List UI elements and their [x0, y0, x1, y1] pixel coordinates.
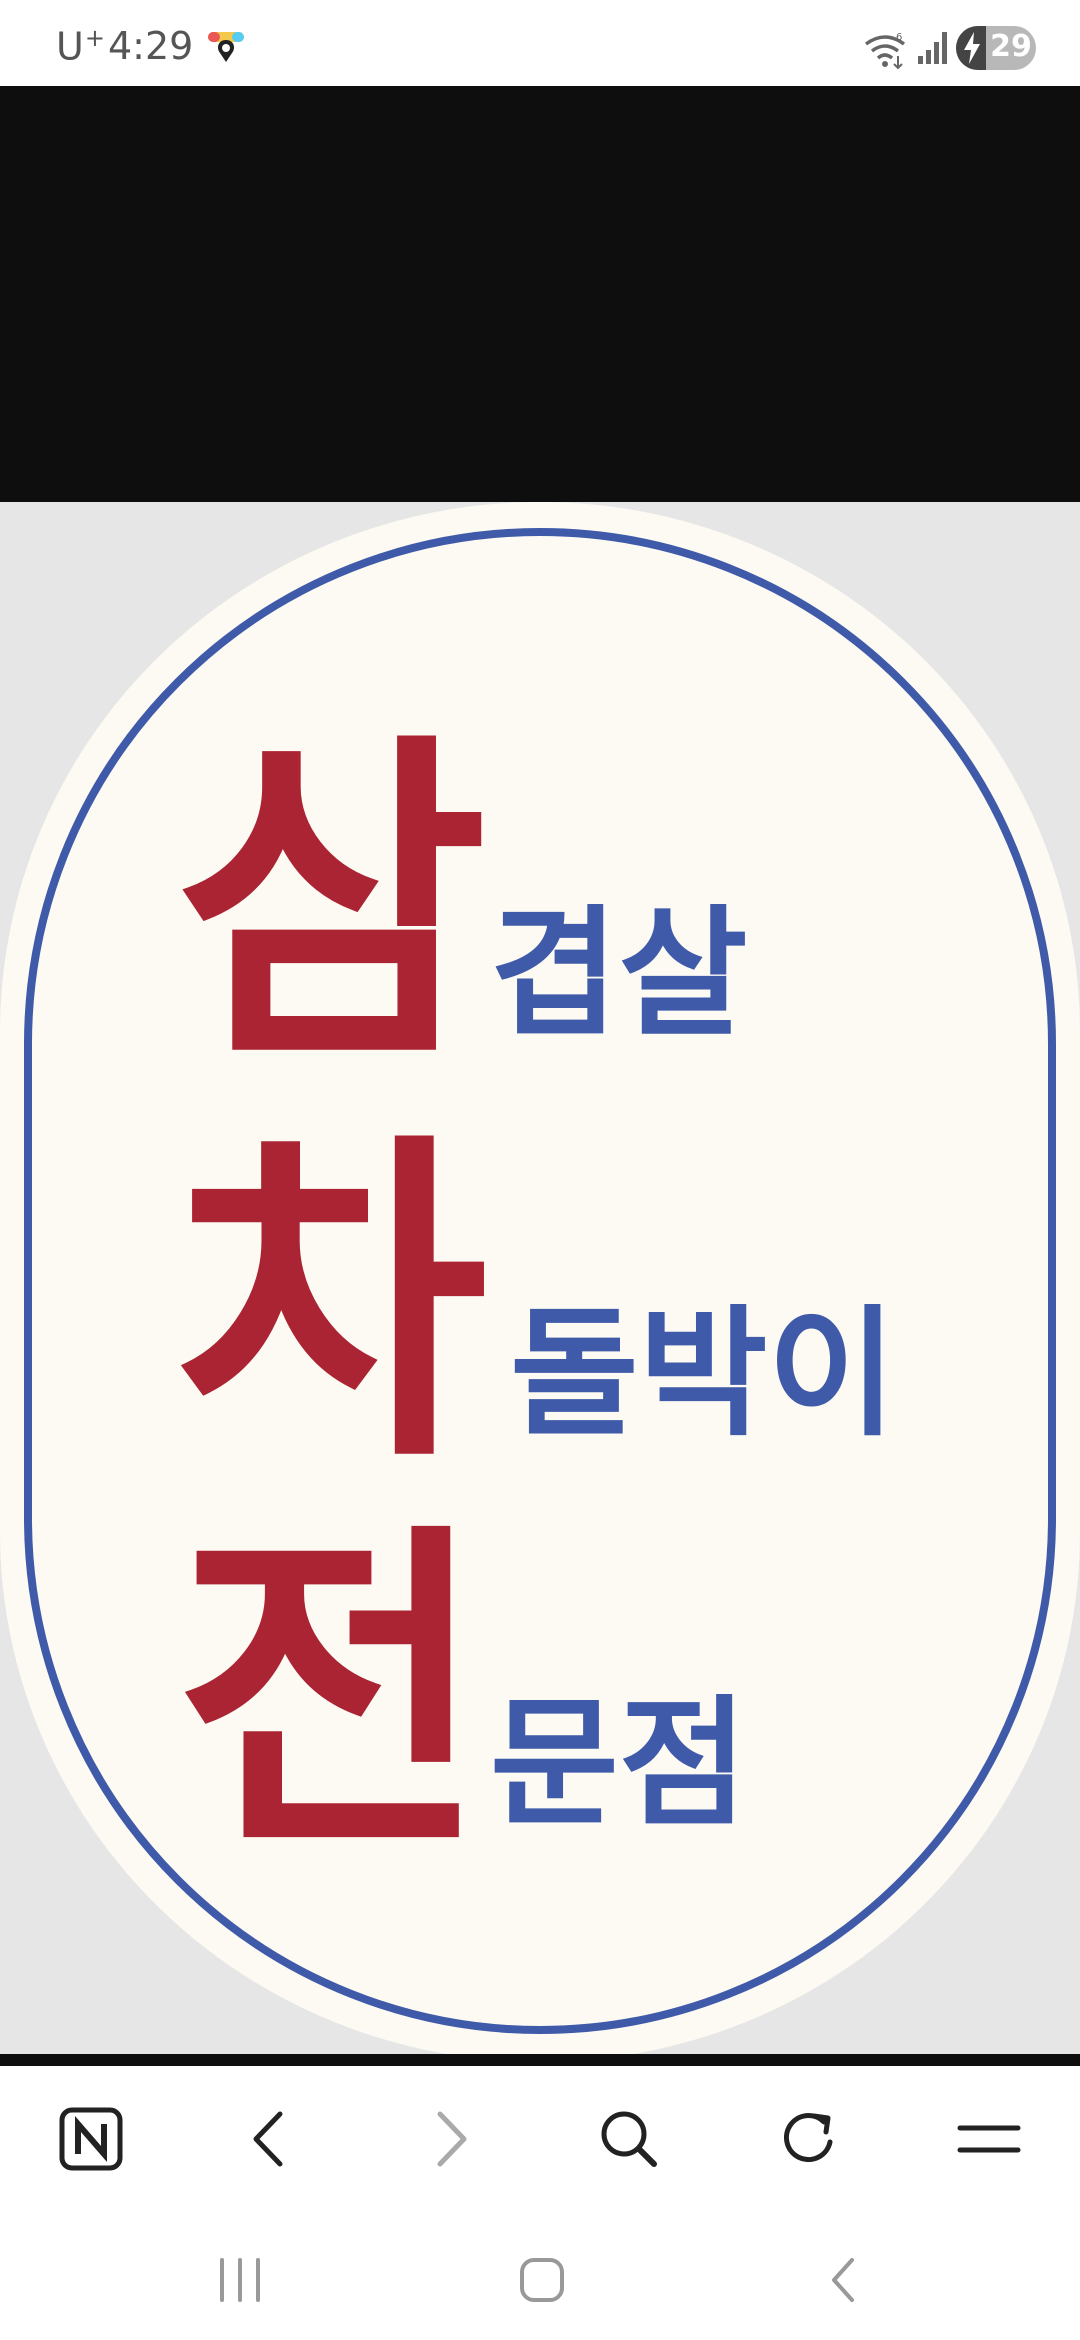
home-icon[interactable] — [512, 2250, 572, 2310]
carrier-label: U+ — [56, 24, 106, 69]
battery-icon: 29 — [956, 26, 1036, 70]
recent-apps-icon[interactable] — [210, 2250, 270, 2310]
sign-line2-big: 차 — [175, 1107, 488, 1503]
signal-icon — [918, 32, 947, 64]
browser-toolbar — [0, 2066, 1080, 2210]
sign-graphic: 삼 겹살 차 돌박이 전 문점 — [0, 502, 1080, 2054]
sign-line3-big: 전 — [175, 1497, 488, 1893]
sign-line2-small: 돌박이 — [510, 1293, 896, 1456]
menu-icon[interactable] — [954, 2104, 1024, 2174]
search-icon[interactable] — [594, 2104, 664, 2174]
clock: 4:29 — [108, 24, 194, 68]
svg-text:6: 6 — [896, 32, 902, 43]
sign-line1-small: 겹살 — [490, 893, 748, 1056]
sign-line3-small: 문점 — [490, 1683, 748, 1846]
back-arrow-icon[interactable] — [234, 2104, 304, 2174]
system-nav-bar — [0, 2210, 1080, 2340]
charging-bolt-icon — [964, 32, 980, 64]
maps-icon — [208, 32, 244, 62]
back-icon[interactable] — [814, 2250, 874, 2310]
image-bottom-letterbox — [0, 2054, 1080, 2066]
battery-level: 29 — [990, 29, 1032, 64]
status-bar: U+ 4:29 6 29 — [0, 0, 1080, 86]
refresh-icon[interactable] — [774, 2104, 844, 2174]
sign-image[interactable]: 삼 겹살 차 돌박이 전 문점 — [0, 502, 1080, 2054]
image-top-letterbox — [0, 86, 1080, 502]
wifi-icon: 6 — [864, 32, 906, 70]
forward-arrow-icon[interactable] — [416, 2104, 486, 2174]
naver-home-icon[interactable] — [56, 2104, 126, 2174]
sign-line1-big: 삼 — [175, 707, 488, 1103]
